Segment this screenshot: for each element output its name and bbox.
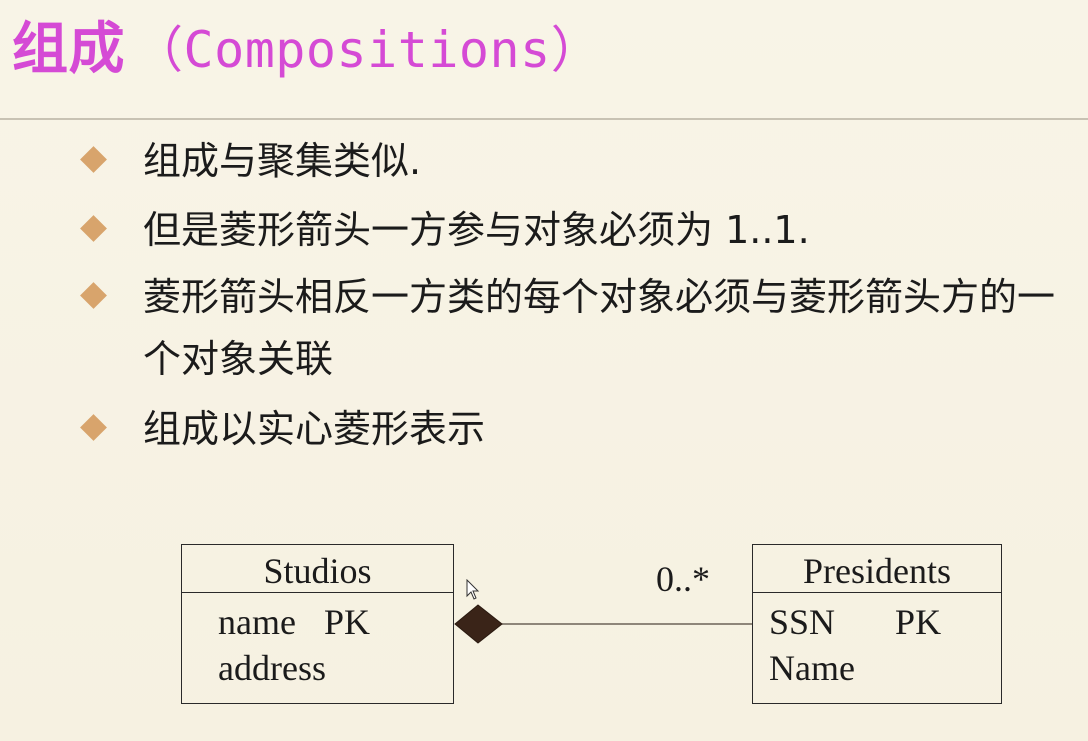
composition-diamond-icon — [454, 604, 503, 644]
presidents-attribute-row: SSN PK — [769, 599, 1001, 645]
presidents-class-box: Presidents SSN PK Name — [752, 544, 1002, 704]
attribute-name: address — [218, 648, 326, 688]
mouse-pointer-icon — [466, 579, 480, 600]
studios-class-name: Studios — [182, 545, 453, 593]
presidents-attributes: SSN PK Name — [753, 593, 1001, 691]
attribute-name: SSN — [769, 602, 836, 642]
uml-diagram: Studios name PK address 0..* Presidents … — [0, 0, 1088, 741]
attribute-name: Name — [769, 648, 855, 688]
attribute-key: PK — [895, 602, 942, 642]
slide: 组成 （Compositions） 组成与聚集类似. 但是菱形箭头一方参与对象必… — [0, 0, 1088, 741]
studios-class-box: Studios name PK address — [181, 544, 454, 704]
multiplicity-label: 0..* — [656, 559, 710, 599]
presidents-attribute-row: Name — [769, 645, 1001, 691]
studios-attribute-row: address — [218, 645, 453, 691]
studios-attribute-row: name PK — [218, 599, 453, 645]
attribute-name: name — [218, 602, 296, 642]
studios-attributes: name PK address — [182, 593, 453, 691]
presidents-class-name: Presidents — [753, 545, 1001, 593]
attribute-key: PK — [323, 602, 370, 642]
